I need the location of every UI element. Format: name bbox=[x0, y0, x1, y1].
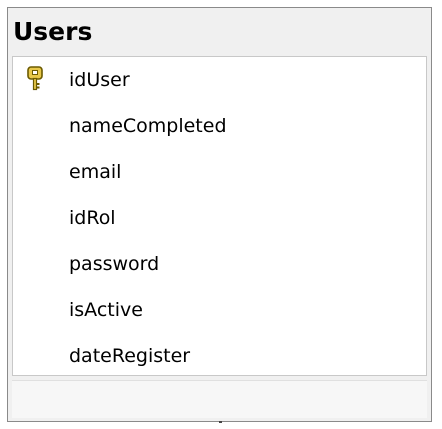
table-footer-area bbox=[12, 380, 427, 418]
row-gutter bbox=[13, 287, 52, 333]
resize-handle[interactable] bbox=[219, 421, 222, 423]
column-row-idrol[interactable]: idRol bbox=[13, 195, 426, 241]
row-gutter bbox=[13, 103, 52, 149]
column-row-iduser[interactable]: idUser bbox=[13, 57, 426, 103]
row-gutter bbox=[13, 333, 52, 379]
column-label-email: email bbox=[69, 161, 122, 183]
row-gutter bbox=[13, 57, 52, 103]
row-gutter bbox=[13, 149, 52, 195]
column-row-namecompleted[interactable]: nameCompleted bbox=[13, 103, 426, 149]
column-list: idUser nameCompleted email idRol passwor… bbox=[12, 56, 427, 376]
column-row-isactive[interactable]: isActive bbox=[13, 287, 426, 333]
table-title: Users bbox=[13, 17, 93, 46]
column-label-password: password bbox=[69, 253, 160, 275]
row-gutter bbox=[13, 241, 52, 287]
column-row-dateregister[interactable]: dateRegister bbox=[13, 333, 426, 379]
column-row-email[interactable]: email bbox=[13, 149, 426, 195]
column-label-namecompleted: nameCompleted bbox=[69, 115, 227, 137]
column-label-isactive: isActive bbox=[69, 299, 143, 321]
column-label-idrol: idRol bbox=[69, 207, 116, 229]
column-label-iduser: idUser bbox=[69, 69, 130, 91]
table-box-users[interactable]: Users idUser nameCompleted email idRol p… bbox=[7, 7, 432, 422]
row-gutter bbox=[13, 195, 52, 241]
column-label-dateregister: dateRegister bbox=[69, 345, 191, 367]
column-row-password[interactable]: password bbox=[13, 241, 426, 287]
key-icon bbox=[27, 66, 43, 91]
